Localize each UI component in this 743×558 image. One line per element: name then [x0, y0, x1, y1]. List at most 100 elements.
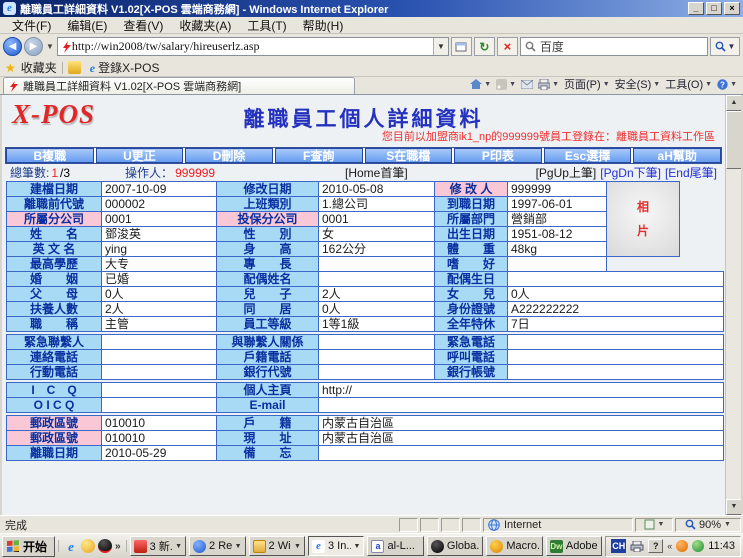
- refresh-button[interactable]: ↻: [474, 37, 495, 56]
- taskbar-button-ie-group[interactable]: e3 In...▼: [308, 536, 364, 556]
- taskbar-button-macro[interactable]: Macro...: [486, 536, 542, 556]
- form-value[interactable]: 0人: [102, 287, 217, 302]
- tools-menu[interactable]: 工具(O)▼: [665, 76, 712, 92]
- form-value[interactable]: [508, 335, 724, 350]
- delete-button[interactable]: D刪除: [185, 148, 273, 163]
- printer-tray-icon[interactable]: [630, 541, 644, 552]
- form-value[interactable]: [319, 257, 435, 272]
- form-value[interactable]: 0人: [508, 287, 724, 302]
- form-value[interactable]: A222222222: [508, 302, 724, 317]
- taskbar-button-document[interactable]: aal-L...: [367, 536, 423, 556]
- form-value[interactable]: 女: [319, 227, 435, 242]
- nav-pgdn-hint[interactable]: [PgDn下筆]: [600, 164, 661, 181]
- form-value[interactable]: 主管: [102, 317, 217, 332]
- favorites-link-xpos[interactable]: e 登錄X-POS: [86, 58, 164, 77]
- form-value[interactable]: [102, 383, 217, 398]
- protected-mode-control[interactable]: ▼: [635, 518, 673, 532]
- page-menu[interactable]: 页面(P)▼: [564, 76, 610, 92]
- form-value[interactable]: 999999: [508, 182, 607, 197]
- safety-menu[interactable]: 安全(S)▼: [615, 76, 661, 92]
- scrollbar-thumb[interactable]: [726, 111, 742, 169]
- vertical-scrollbar[interactable]: ▲ ▼: [725, 95, 741, 515]
- search-input[interactable]: 百度: [520, 37, 708, 56]
- menu-favorites[interactable]: 收藏夹(A): [171, 17, 239, 34]
- form-value[interactable]: 2007-10-09: [102, 182, 217, 197]
- search-go-button[interactable]: ▼: [710, 37, 740, 56]
- print-button[interactable]: ▼: [538, 79, 559, 90]
- forward-button[interactable]: ▶: [24, 37, 43, 56]
- form-value[interactable]: 内蒙古自治區: [319, 416, 724, 431]
- history-dropdown-icon[interactable]: ▼: [45, 42, 55, 51]
- taskbar-button-new-group[interactable]: 3 新...▼: [130, 536, 186, 556]
- form-value[interactable]: [319, 350, 435, 365]
- active-file-button[interactable]: S在職檔: [365, 148, 453, 163]
- address-dropdown-icon[interactable]: ▼: [433, 38, 448, 55]
- compatibility-view-button[interactable]: [451, 37, 472, 56]
- quicklaunch-qq-icon[interactable]: [98, 539, 112, 553]
- form-value[interactable]: [508, 365, 724, 380]
- menu-file[interactable]: 文件(F): [4, 17, 59, 34]
- form-value[interactable]: http://: [319, 383, 724, 398]
- form-value[interactable]: [102, 365, 217, 380]
- menu-help[interactable]: 帮助(H): [295, 17, 352, 34]
- scroll-down-icon[interactable]: ▼: [726, 499, 742, 515]
- form-value[interactable]: 大专: [102, 257, 217, 272]
- language-indicator[interactable]: CH: [611, 539, 626, 553]
- qq-tray-icon[interactable]: [676, 540, 688, 552]
- form-value[interactable]: [508, 350, 724, 365]
- home-button[interactable]: ▼: [470, 79, 491, 90]
- form-value[interactable]: [319, 446, 724, 461]
- taskbar-button-qq[interactable]: Globa...: [427, 536, 483, 556]
- esc-select-button[interactable]: Esc選擇: [544, 148, 632, 163]
- favorites-label[interactable]: 收藏夹: [21, 59, 57, 76]
- maximize-button[interactable]: □: [706, 2, 722, 15]
- form-value[interactable]: 2010-05-08: [319, 182, 435, 197]
- form-value[interactable]: ying: [102, 242, 217, 257]
- correct-button[interactable]: U更正: [96, 148, 184, 163]
- menu-edit[interactable]: 编辑(E): [59, 17, 115, 34]
- zoom-control[interactable]: 90% ▼: [675, 518, 741, 532]
- form-value[interactable]: [319, 365, 435, 380]
- form-value[interactable]: [319, 272, 435, 287]
- form-value[interactable]: 000002: [102, 197, 217, 212]
- messenger-tray-icon[interactable]: [692, 540, 704, 552]
- form-value[interactable]: 010010: [102, 431, 217, 446]
- form-value[interactable]: 7日: [508, 317, 724, 332]
- back-button[interactable]: ◀: [3, 37, 22, 56]
- start-button[interactable]: 开始: [2, 536, 55, 557]
- taskbar-button-re-group[interactable]: 2 Re...▼: [189, 536, 245, 556]
- form-value[interactable]: 鄧浚英: [102, 227, 217, 242]
- form-value[interactable]: 162公分: [319, 242, 435, 257]
- taskbar-button-adobe[interactable]: DwAdobe...: [546, 536, 602, 556]
- form-value[interactable]: 2人: [102, 302, 217, 317]
- mail-button[interactable]: [521, 80, 533, 89]
- add-favorite-icon[interactable]: [68, 61, 81, 74]
- form-value[interactable]: [102, 398, 217, 413]
- form-value[interactable]: [508, 272, 724, 287]
- form-value[interactable]: 0人: [319, 302, 435, 317]
- form-value[interactable]: 0001: [319, 212, 435, 227]
- form-value[interactable]: [508, 257, 607, 272]
- form-value[interactable]: 1等1級: [319, 317, 435, 332]
- form-value[interactable]: [319, 335, 435, 350]
- nav-pgup-hint[interactable]: [PgUp上筆]: [536, 164, 597, 181]
- close-button[interactable]: ×: [724, 2, 740, 15]
- quicklaunch-ie-icon[interactable]: e: [64, 539, 78, 553]
- nav-home-hint[interactable]: [Home首筆]: [345, 164, 408, 181]
- form-value[interactable]: 内蒙古自治區: [319, 431, 724, 446]
- form-value[interactable]: 2010-05-29: [102, 446, 217, 461]
- form-value[interactable]: 已婚: [102, 272, 217, 287]
- stop-button[interactable]: ×: [497, 37, 518, 56]
- minimize-button[interactable]: _: [688, 2, 704, 15]
- quicklaunch-messenger-icon[interactable]: [81, 539, 95, 553]
- rehire-button[interactable]: B複職: [6, 148, 94, 163]
- nav-end-hint[interactable]: [End尾筆]: [665, 164, 717, 181]
- form-value[interactable]: 1951-08-12: [508, 227, 607, 242]
- form-value[interactable]: 010010: [102, 416, 217, 431]
- form-value[interactable]: [102, 335, 217, 350]
- feeds-button[interactable]: ▼: [496, 79, 516, 90]
- menu-tools[interactable]: 工具(T): [239, 17, 294, 34]
- page-help-button[interactable]: aH幫助: [633, 148, 721, 163]
- form-value[interactable]: 營銷部: [508, 212, 607, 227]
- address-field[interactable]: http://win2008/tw/salary/hireuserlz.asp …: [57, 37, 449, 56]
